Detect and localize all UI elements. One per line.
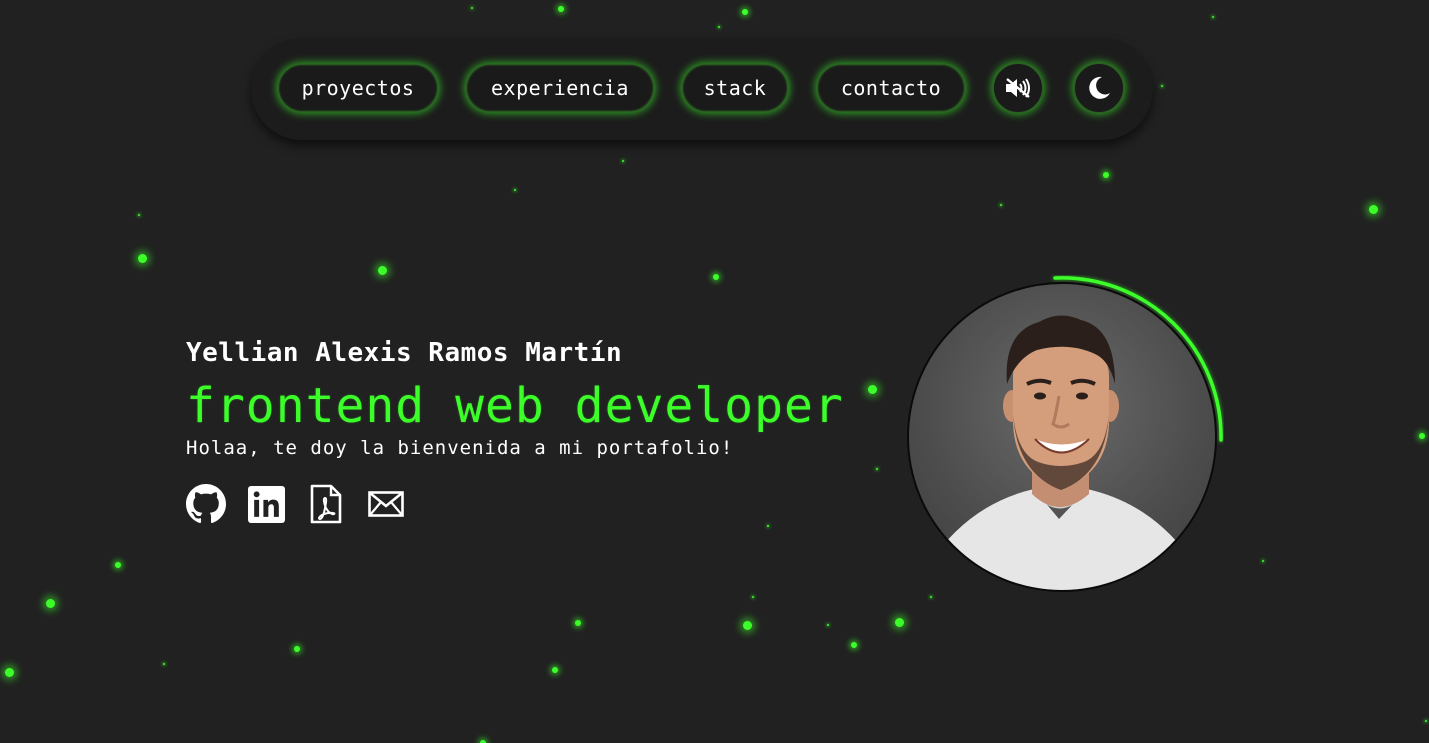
mail-icon xyxy=(368,491,404,517)
particle xyxy=(718,26,720,28)
theme-toggle-button[interactable] xyxy=(1074,63,1124,113)
nav-experience-button[interactable]: experiencia xyxy=(466,64,654,112)
profile-portrait xyxy=(929,315,1194,590)
linkedin-link[interactable] xyxy=(247,484,285,524)
moon-icon xyxy=(1089,76,1110,99)
particle xyxy=(1262,560,1264,562)
hero-welcome: Holaa, te doy la bienvenida a mi portafo… xyxy=(186,437,734,459)
linkedin-icon xyxy=(247,485,285,523)
particle xyxy=(294,646,300,652)
particle xyxy=(1425,720,1427,722)
hero-name: Yellian Alexis Ramos Martín xyxy=(186,338,623,368)
particle xyxy=(5,668,14,677)
particle xyxy=(1103,172,1109,178)
particle xyxy=(895,618,904,627)
particle xyxy=(1369,205,1378,214)
particle xyxy=(378,266,387,275)
particle xyxy=(1000,204,1002,206)
particle xyxy=(876,468,878,470)
github-icon xyxy=(186,484,226,524)
particle xyxy=(138,214,140,216)
particle xyxy=(552,667,558,673)
particle xyxy=(713,274,719,280)
particle xyxy=(575,620,581,626)
page: proyectos experiencia stack contacto Yel… xyxy=(0,0,1429,743)
particle xyxy=(622,160,624,162)
particle xyxy=(471,7,473,9)
particle xyxy=(115,562,121,568)
particle xyxy=(1212,16,1214,18)
particle xyxy=(1161,85,1163,87)
nav-projects-button[interactable]: proyectos xyxy=(278,64,438,112)
email-link[interactable] xyxy=(367,484,405,524)
particle xyxy=(743,621,752,630)
cv-pdf-link[interactable] xyxy=(309,484,343,524)
particle xyxy=(851,642,857,648)
sound-toggle-button[interactable] xyxy=(993,63,1043,113)
top-nav: proyectos experiencia stack contacto xyxy=(251,38,1153,140)
particle xyxy=(752,596,754,598)
particle xyxy=(742,9,748,15)
particle xyxy=(868,385,877,394)
particle xyxy=(163,663,165,665)
particle xyxy=(1419,433,1425,439)
profile-photo xyxy=(907,282,1217,592)
nav-stack-button[interactable]: stack xyxy=(682,64,788,112)
particle xyxy=(558,6,564,12)
particle xyxy=(138,254,147,263)
speaker-muted-icon xyxy=(1006,78,1030,98)
hero-role: frontend web developer xyxy=(186,378,844,434)
particle xyxy=(767,525,769,527)
particle xyxy=(514,189,516,191)
pdf-file-icon xyxy=(310,484,342,524)
nav-contact-button[interactable]: contacto xyxy=(817,64,965,112)
particle xyxy=(827,624,829,626)
particle xyxy=(46,599,55,608)
github-link[interactable] xyxy=(186,484,226,524)
